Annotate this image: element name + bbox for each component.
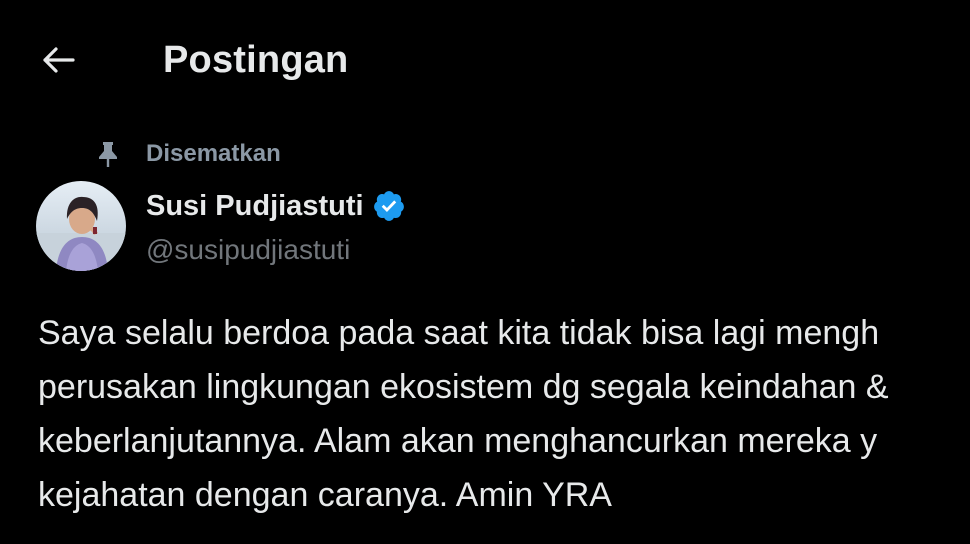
post-text-line: perusakan lingkungan ekosistem dg segala… (38, 368, 889, 406)
page-title: Postingan (163, 39, 349, 81)
verified-badge-icon[interactable] (372, 189, 406, 223)
post-text-line: kejahatan dengan caranya. Amin YRA (38, 476, 612, 514)
pinned-indicator: Disematkan (96, 138, 281, 170)
author-name-row: Susi Pudjiastuti (146, 186, 406, 226)
post-text: Saya selalu berdoa pada saat kita tidak … (38, 306, 970, 522)
avatar[interactable] (36, 181, 126, 271)
post-header: Postingan (0, 0, 970, 120)
pin-icon (96, 140, 120, 168)
display-name[interactable]: Susi Pudjiastuti (146, 190, 364, 223)
pinned-label: Disematkan (146, 140, 281, 167)
post-text-line: Saya selalu berdoa pada saat kita tidak … (38, 314, 880, 352)
author-handle[interactable]: @susipudjiastuti (146, 234, 350, 266)
post-text-line: keberlanjutannya. Alam akan menghancurka… (38, 422, 878, 460)
back-button[interactable] (36, 40, 80, 80)
arrow-left-icon (43, 47, 75, 73)
